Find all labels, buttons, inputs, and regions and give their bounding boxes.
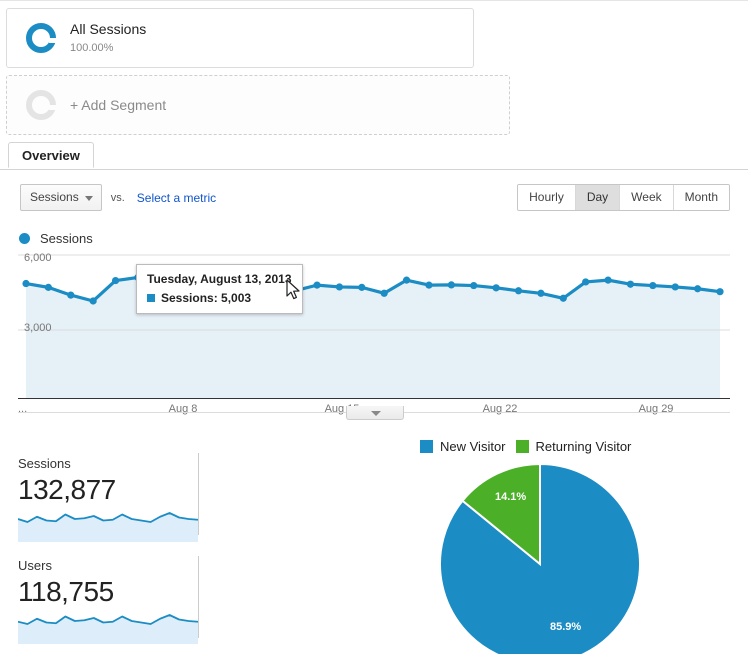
pie-chart-legend: New Visitor Returning Visitor <box>420 439 631 454</box>
add-segment-label: + Add Segment <box>70 97 167 113</box>
select-a-metric-link[interactable]: Select a metric <box>137 191 216 205</box>
chevron-down-icon <box>371 411 381 416</box>
pie-chart-svg <box>439 462 641 657</box>
top-divider <box>0 0 748 1</box>
tab-overview[interactable]: Overview <box>8 142 94 168</box>
tab-strip: Overview <box>0 142 748 170</box>
x-axis: ... Aug 8 Aug 15 Aug 22 Aug 29 <box>18 398 730 415</box>
chevron-down-icon <box>84 196 93 201</box>
granularity-day[interactable]: Day <box>575 185 621 210</box>
series-legend-label: Sessions <box>40 231 93 246</box>
metric-value: 132,877 <box>18 474 116 505</box>
segment-percent: 100.00% <box>70 42 114 55</box>
chart-collapse-handle[interactable] <box>346 406 404 420</box>
metric-select-label: Sessions <box>30 190 79 204</box>
y-axis-tick-3000: 3,000 <box>24 322 52 334</box>
donut-icon <box>26 23 57 53</box>
vs-label: vs. <box>110 191 125 204</box>
legend-swatch-new-visitor-icon <box>420 440 433 453</box>
legend-item-returning-visitor[interactable]: Returning Visitor <box>515 439 632 454</box>
segment-bar: All Sessions 100.00% + Add Segment <box>6 8 742 135</box>
mouse-cursor-icon <box>286 279 300 300</box>
metric-divider <box>198 453 199 535</box>
metric-divider <box>198 556 199 638</box>
series-color-dot-icon <box>19 233 30 244</box>
sessions-line-chart[interactable]: 6,000 3,000 <box>18 252 730 404</box>
metric-summary-users[interactable]: Users 118,755 <box>17 558 199 647</box>
chart-series-legend: Sessions <box>19 231 93 246</box>
segment-title: All Sessions <box>70 21 147 38</box>
metric-select-dropdown[interactable]: Sessions <box>20 184 102 211</box>
tooltip-date: Tuesday, August 13, 2013 <box>147 272 292 286</box>
sessions-sparkline <box>17 512 199 542</box>
metric-label: Sessions <box>18 456 71 471</box>
x-axis-tick-0: ... <box>18 403 28 415</box>
x-axis-tick-4: Aug 29 <box>638 403 674 415</box>
metric-controls: Sessions vs. Select a metric <box>20 184 216 211</box>
tooltip-swatch-icon <box>147 294 155 302</box>
visitor-type-pie-chart[interactable]: 14.1% 85.9% <box>420 461 660 657</box>
users-sparkline <box>17 614 199 644</box>
add-segment-button[interactable]: + Add Segment <box>6 75 510 135</box>
metric-label: Users <box>18 558 52 573</box>
legend-swatch-returning-visitor-icon <box>515 440 529 453</box>
granularity-hourly[interactable]: Hourly <box>518 185 576 210</box>
tooltip-metric-text: Sessions: 5,003 <box>161 291 252 305</box>
x-axis-tick-3: Aug 22 <box>482 403 518 415</box>
segment-card-all-sessions[interactable]: All Sessions 100.00% <box>6 8 474 68</box>
granularity-month[interactable]: Month <box>673 185 729 210</box>
x-axis-tick-1: Aug 8 <box>168 403 198 415</box>
metric-summary-sessions[interactable]: Sessions 132,877 <box>17 456 199 545</box>
granularity-week[interactable]: Week <box>620 185 674 210</box>
chart-tooltip: Tuesday, August 13, 2013 Sessions: 5,003 <box>136 264 303 314</box>
pie-slice-label-new: 85.9% <box>550 621 582 633</box>
line-chart-svg <box>18 254 730 398</box>
y-axis-tick-6000: 6,000 <box>24 252 52 264</box>
metric-value: 118,755 <box>18 576 114 607</box>
legend-item-new-visitor[interactable]: New Visitor <box>420 439 506 454</box>
granularity-button-group: Hourly Day Week Month <box>517 184 730 211</box>
legend-label-new-visitor: New Visitor <box>440 439 506 454</box>
legend-label-returning-visitor: Returning Visitor <box>535 439 632 454</box>
pie-slice-label-returning: 14.1% <box>495 491 527 503</box>
donut-empty-icon <box>26 90 57 120</box>
tooltip-metric-row: Sessions: 5,003 <box>147 291 292 305</box>
